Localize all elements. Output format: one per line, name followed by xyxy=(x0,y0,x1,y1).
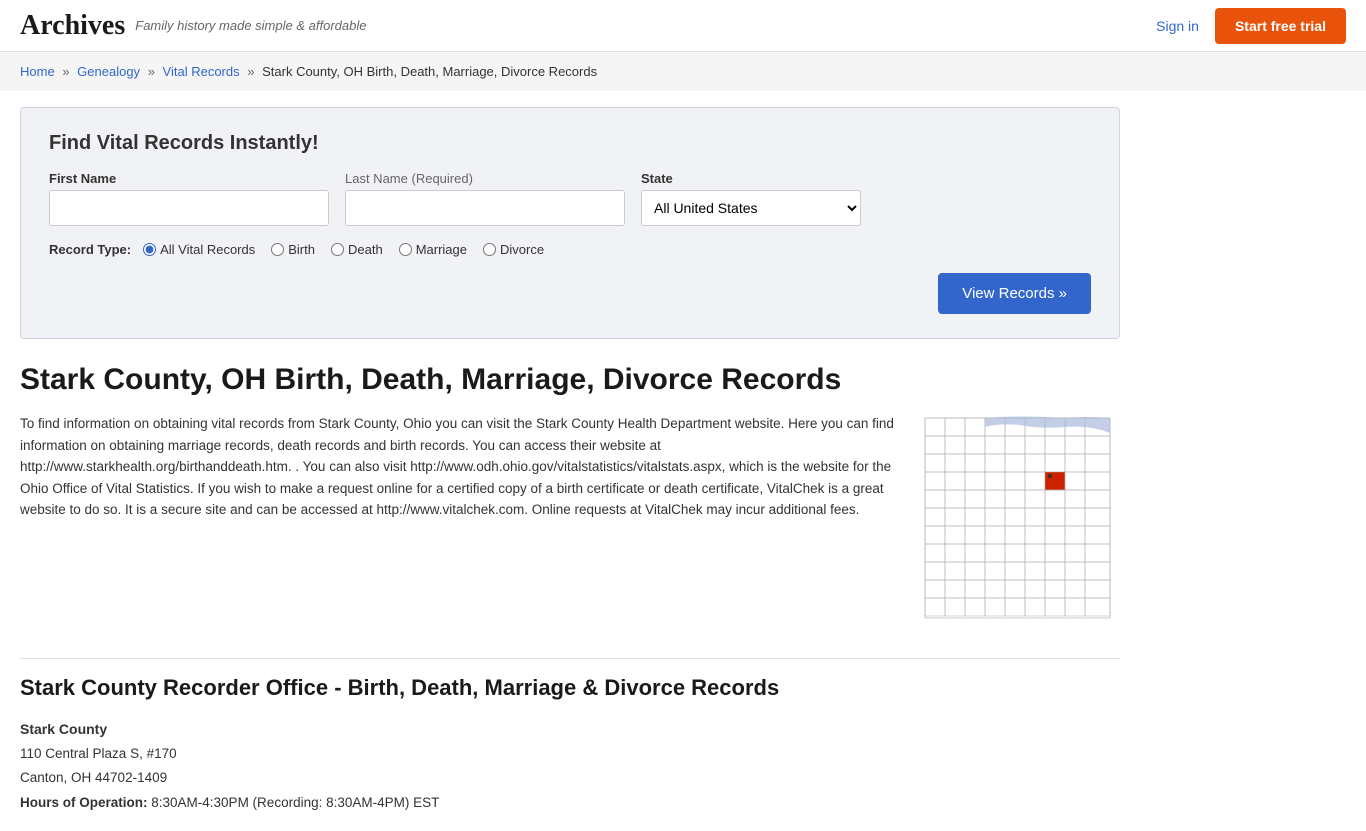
ohio-counties xyxy=(925,417,1110,619)
county-info: Stark County 110 Central Plaza S, #170 C… xyxy=(20,717,1120,815)
header-left: Archives Family history made simple & af… xyxy=(20,10,366,42)
breadcrumb-sep3: » xyxy=(247,64,254,79)
page-title: Stark County, OH Birth, Death, Marriage,… xyxy=(20,363,1120,397)
content-text: To find information on obtaining vital r… xyxy=(20,413,896,626)
state-select[interactable]: All United States Alabama Alaska Arizona… xyxy=(641,190,861,226)
body-paragraph: To find information on obtaining vital r… xyxy=(20,413,896,521)
recorder-title: Stark County Recorder Office - Birth, De… xyxy=(20,658,1120,701)
record-type-label: Record Type: xyxy=(49,242,131,257)
record-type-marriage[interactable]: Marriage xyxy=(399,242,467,257)
search-fields: First Name Last Name (Required) State Al… xyxy=(49,171,1091,226)
state-group: State All United States Alabama Alaska A… xyxy=(641,171,861,226)
record-type-birth[interactable]: Birth xyxy=(271,242,315,257)
hours-value: 8:30AM-4:30PM (Recording: 8:30AM-4PM) ES… xyxy=(151,795,439,810)
radio-marriage[interactable] xyxy=(399,243,412,256)
start-trial-button[interactable]: Start free trial xyxy=(1215,8,1346,44)
radio-birth[interactable] xyxy=(271,243,284,256)
radio-death[interactable] xyxy=(331,243,344,256)
logo-tagline: Family history made simple & affordable xyxy=(135,18,366,33)
record-type-divorce[interactable]: Divorce xyxy=(483,242,544,257)
search-title: Find Vital Records Instantly! xyxy=(49,132,1091,155)
sign-in-link[interactable]: Sign in xyxy=(1156,18,1199,34)
address2: Canton, OH 44702-1409 xyxy=(20,766,1120,790)
hours-label: Hours of Operation: xyxy=(20,795,148,810)
view-records-button[interactable]: View Records » xyxy=(938,273,1091,314)
last-name-label: Last Name (Required) xyxy=(345,171,625,186)
address1: 110 Central Plaza S, #170 xyxy=(20,742,1120,766)
county-name: Stark County xyxy=(20,717,1120,742)
breadcrumb-current: Stark County, OH Birth, Death, Marriage,… xyxy=(262,64,597,79)
main-content: Find Vital Records Instantly! First Name… xyxy=(0,91,1140,831)
state-label: State xyxy=(641,171,861,186)
content-section: To find information on obtaining vital r… xyxy=(20,413,1120,626)
first-name-label: First Name xyxy=(49,171,329,186)
last-name-input[interactable] xyxy=(345,190,625,226)
breadcrumb-home[interactable]: Home xyxy=(20,64,55,79)
breadcrumb: Home » Genealogy » Vital Records » Stark… xyxy=(0,52,1366,91)
header-right: Sign in Start free trial xyxy=(1156,8,1346,44)
breadcrumb-sep2: » xyxy=(148,64,155,79)
breadcrumb-sep1: » xyxy=(62,64,69,79)
last-name-group: Last Name (Required) xyxy=(345,171,625,226)
search-box: Find Vital Records Instantly! First Name… xyxy=(20,107,1120,339)
radio-divorce[interactable] xyxy=(483,243,496,256)
record-type-all[interactable]: All Vital Records xyxy=(143,242,255,257)
record-type-options: All Vital Records Birth Death Marriage D… xyxy=(143,242,544,257)
header: Archives Family history made simple & af… xyxy=(0,0,1366,52)
recorder-section: Stark County Recorder Office - Birth, De… xyxy=(20,658,1120,815)
record-type-death[interactable]: Death xyxy=(331,242,383,257)
first-name-input[interactable] xyxy=(49,190,329,226)
breadcrumb-vital-records[interactable]: Vital Records xyxy=(163,64,240,79)
hours-row: Hours of Operation: 8:30AM-4:30PM (Recor… xyxy=(20,791,1120,815)
first-name-group: First Name xyxy=(49,171,329,226)
breadcrumb-genealogy[interactable]: Genealogy xyxy=(77,64,140,79)
ohio-map-container xyxy=(920,413,1120,626)
radio-all[interactable] xyxy=(143,243,156,256)
ohio-map xyxy=(920,413,1115,623)
logo: Archives xyxy=(20,10,125,42)
record-type-row: Record Type: All Vital Records Birth Dea… xyxy=(49,242,1091,257)
